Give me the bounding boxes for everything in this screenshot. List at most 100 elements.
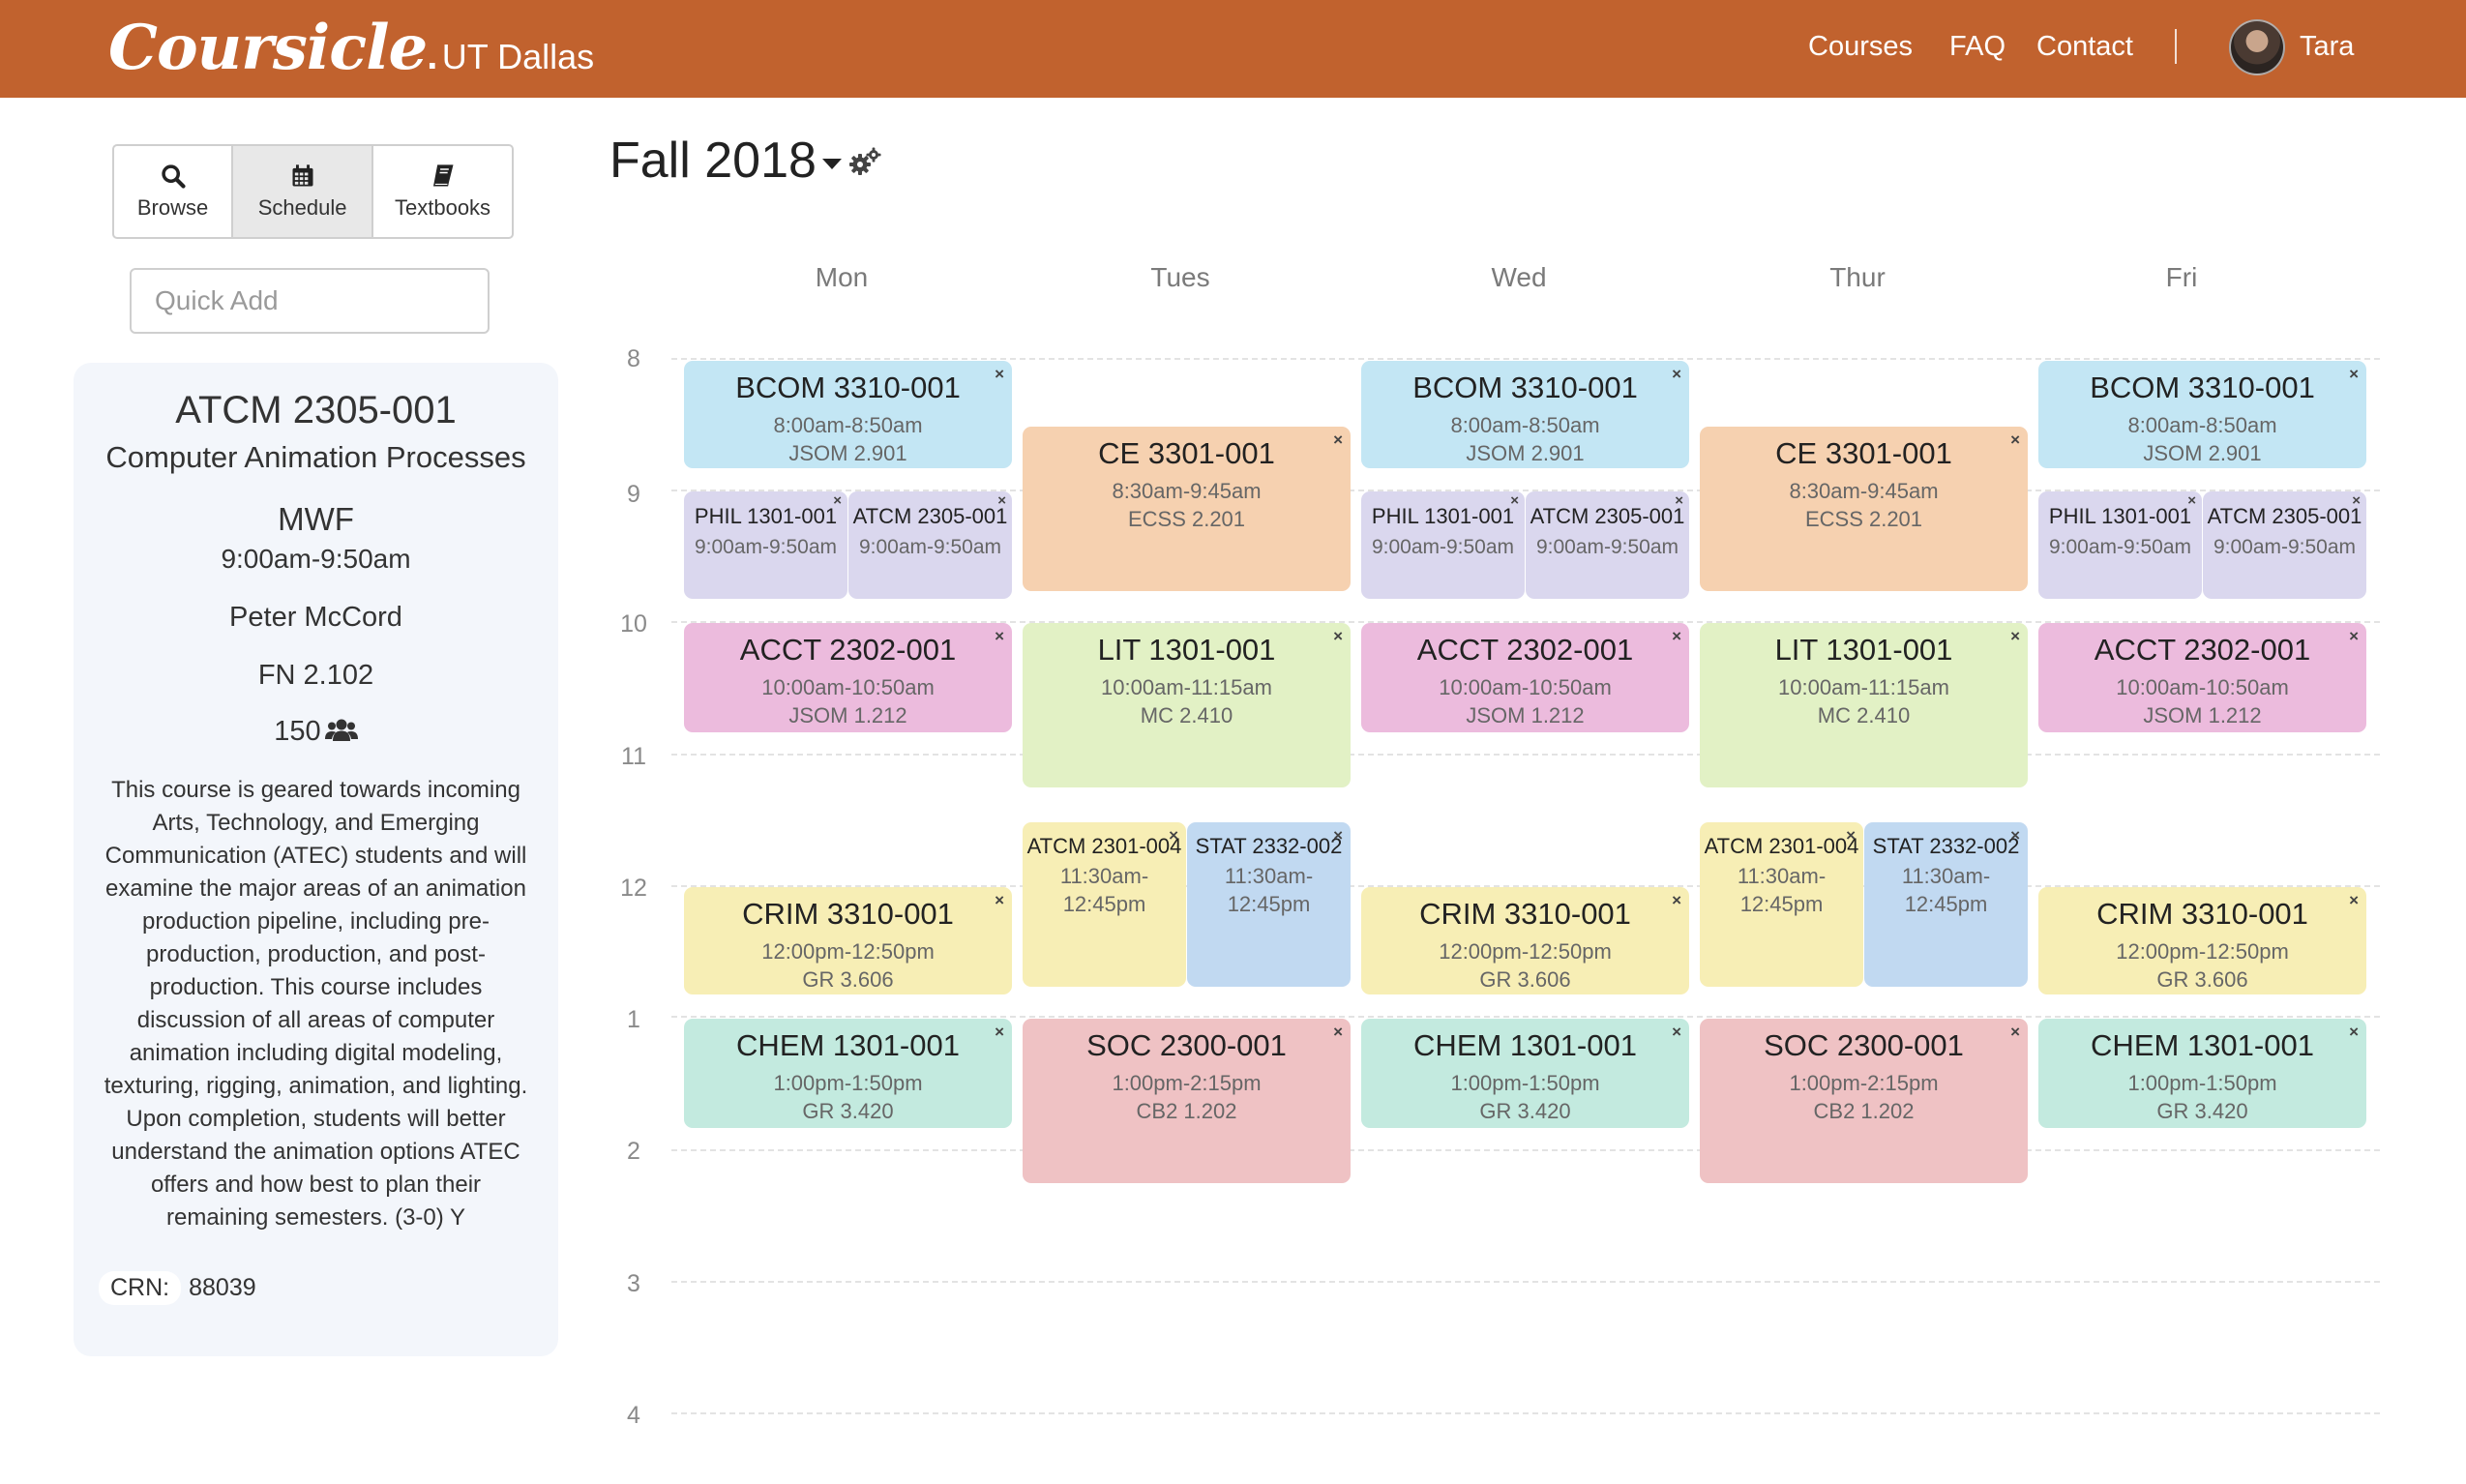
hour-label-8: 8 — [627, 345, 640, 372]
course-block-room: JSOM 2.901 — [1466, 441, 1585, 465]
day-header-thur: Thur — [1829, 262, 1886, 292]
schedule-mode-button[interactable]: Schedule — [233, 146, 374, 237]
course-block-mon-acct[interactable]: × ACCT 2302-001 10:00am-10:50am JSOM 1.2… — [684, 623, 1012, 732]
hour-label-11: 11 — [621, 743, 646, 770]
remove-course-icon[interactable]: × — [995, 365, 1004, 384]
course-block-code: CHEM 1301-001 — [2091, 1028, 2314, 1062]
course-block-wed-acct[interactable]: × ACCT 2302-001 10:00am-10:50am JSOM 1.2… — [1361, 623, 1689, 732]
course-block-code: LIT 1301-001 — [1774, 633, 1953, 667]
course-block-thu-ce[interactable]: × CE 3301-001 8:30am-9:45am ECSS 2.201 — [1700, 427, 2028, 591]
course-block-room: JSOM 1.212 — [1466, 703, 1585, 727]
course-block-room: MC 2.410 — [1140, 703, 1233, 727]
remove-course-icon[interactable]: × — [833, 492, 842, 509]
remove-course-icon[interactable]: × — [2349, 891, 2359, 910]
course-block-tue-stat[interactable]: × STAT 2332-002 11:30am-12:45pm — [1187, 822, 1351, 987]
course-block-mon-chem[interactable]: × CHEM 1301-001 1:00pm-1:50pm GR 3.420 — [684, 1019, 1012, 1128]
remove-course-icon[interactable]: × — [1333, 430, 1343, 450]
course-block-fri-phil[interactable]: × PHIL 1301-001 9:00am-9:50am — [2038, 491, 2202, 599]
quick-add-input[interactable] — [130, 268, 490, 334]
course-block-time: 10:00am-11:15am — [1101, 675, 1272, 699]
remove-course-icon[interactable]: × — [2187, 492, 2196, 509]
course-block-wed-phil[interactable]: × PHIL 1301-001 9:00am-9:50am — [1361, 491, 1525, 599]
course-block-tue-ce[interactable]: × CE 3301-001 8:30am-9:45am ECSS 2.201 — [1023, 427, 1351, 591]
course-block-wed-crim[interactable]: × CRIM 3310-001 12:00pm-12:50pm GR 3.606 — [1361, 887, 1689, 994]
remove-course-icon[interactable]: × — [995, 627, 1004, 646]
course-block-tue-soc[interactable]: × SOC 2300-001 1:00pm-2:15pm CB2 1.202 — [1023, 1019, 1351, 1183]
course-block-time: 1:00pm-2:15pm — [1789, 1071, 1939, 1095]
textbooks-mode-button[interactable]: Textbooks — [373, 146, 512, 237]
remove-course-icon[interactable]: × — [1333, 627, 1343, 646]
course-block-thu-stat[interactable]: × STAT 2332-002 11:30am-12:45pm — [1864, 822, 2028, 987]
hour-gridline — [671, 1412, 2380, 1414]
nav-link-faq[interactable]: FAQ — [1949, 31, 2005, 63]
hour-gridline — [671, 754, 2380, 756]
course-block-wed-atcm2305[interactable]: × ATCM 2305-001 9:00am-9:50am — [1526, 491, 1689, 599]
course-block-fri-crim[interactable]: × CRIM 3310-001 12:00pm-12:50pm GR 3.606 — [2038, 887, 2366, 994]
course-block-fri-atcm2305[interactable]: × ATCM 2305-001 9:00am-9:50am — [2203, 491, 2366, 599]
course-block-code: CRIM 3310-001 — [1419, 897, 1631, 931]
course-block-thu-soc[interactable]: × SOC 2300-001 1:00pm-2:15pm CB2 1.202 — [1700, 1019, 2028, 1183]
course-block-wed-chem[interactable]: × CHEM 1301-001 1:00pm-1:50pm GR 3.420 — [1361, 1019, 1689, 1128]
course-block-mon-bcom[interactable]: × BCOM 3310-001 8:00am-8:50am JSOM 2.901 — [684, 361, 1012, 468]
course-block-code: CRIM 3310-001 — [742, 897, 954, 931]
course-block-time: 12:00pm-12:50pm — [2116, 939, 2289, 964]
semester-dropdown[interactable]: Fall 2018 — [609, 132, 842, 190]
course-block-time: 10:00am-11:15am — [1778, 675, 1949, 699]
course-block-tue-atcm2301[interactable]: × ATCM 2301-004 11:30am-12:45pm — [1023, 822, 1186, 987]
remove-course-icon[interactable]: × — [2010, 1023, 2020, 1042]
course-block-fri-bcom[interactable]: × BCOM 3310-001 8:00am-8:50am JSOM 2.901 — [2038, 361, 2366, 468]
browse-mode-button[interactable]: Browse — [114, 146, 234, 237]
course-block-code: ACCT 2302-001 — [1416, 633, 1634, 667]
course-block-mon-atcm2305[interactable]: × ATCM 2305-001 9:00am-9:50am — [848, 491, 1012, 599]
remove-course-icon[interactable]: × — [1672, 365, 1681, 384]
course-block-room: JSOM 2.901 — [788, 441, 907, 465]
remove-course-icon[interactable]: × — [1333, 1023, 1343, 1042]
hour-label-12: 12 — [620, 875, 647, 902]
course-block-room: GR 3.606 — [2156, 967, 2248, 992]
remove-course-icon[interactable]: × — [1672, 1023, 1681, 1042]
remove-course-icon[interactable]: × — [997, 492, 1006, 509]
nav-link-contact[interactable]: Contact — [2036, 31, 2133, 63]
gears-icon[interactable] — [847, 145, 882, 180]
remove-course-icon[interactable]: × — [1672, 891, 1681, 910]
course-block-time: 8:00am-8:50am — [773, 413, 923, 437]
remove-course-icon[interactable]: × — [1510, 492, 1519, 509]
remove-course-icon[interactable]: × — [995, 891, 1004, 910]
course-block-room: GR 3.420 — [1479, 1099, 1571, 1123]
course-block-time: 1:00pm-2:15pm — [1112, 1071, 1262, 1095]
remove-course-icon[interactable]: × — [1169, 826, 1178, 846]
nav-link-courses[interactable]: Courses — [1808, 31, 1913, 63]
remove-course-icon[interactable]: × — [2010, 627, 2020, 646]
remove-course-icon[interactable]: × — [2010, 826, 2020, 846]
remove-course-icon[interactable]: × — [2349, 1023, 2359, 1042]
remove-course-icon[interactable]: × — [2349, 365, 2359, 384]
course-block-thu-lit[interactable]: × LIT 1301-001 10:00am-11:15am MC 2.410 — [1700, 623, 2028, 787]
schedule-mode-label: Schedule — [257, 195, 347, 220]
course-block-fri-chem[interactable]: × CHEM 1301-001 1:00pm-1:50pm GR 3.420 — [2038, 1019, 2366, 1128]
hour-label-1: 1 — [627, 1006, 640, 1033]
user-name-link[interactable]: Tara — [2300, 31, 2354, 63]
remove-course-icon[interactable]: × — [1675, 492, 1683, 509]
day-header-tues: Tues — [1150, 262, 1210, 292]
course-block-room: JSOM 1.212 — [788, 703, 907, 727]
course-block-tue-lit[interactable]: × LIT 1301-001 10:00am-11:15am MC 2.410 — [1023, 623, 1351, 787]
course-block-fri-acct[interactable]: × ACCT 2302-001 10:00am-10:50am JSOM 1.2… — [2038, 623, 2366, 732]
remove-course-icon[interactable]: × — [1672, 627, 1681, 646]
brand[interactable]: Coursicle. UT Dallas — [108, 12, 594, 84]
course-block-code: LIT 1301-001 — [1097, 633, 1276, 667]
remove-course-icon[interactable]: × — [2010, 430, 2020, 450]
remove-course-icon[interactable]: × — [1333, 826, 1343, 846]
remove-course-icon[interactable]: × — [2349, 627, 2359, 646]
crn-value: 88039 — [189, 1274, 256, 1301]
course-block-wed-bcom[interactable]: × BCOM 3310-001 8:00am-8:50am JSOM 2.901 — [1361, 361, 1689, 468]
remove-course-icon[interactable]: × — [995, 1023, 1004, 1042]
user-avatar[interactable] — [2229, 19, 2285, 75]
course-block-mon-crim[interactable]: × CRIM 3310-001 12:00pm-12:50pm GR 3.606 — [684, 887, 1012, 994]
crn-label: CRN: — [99, 1271, 182, 1305]
remove-course-icon[interactable]: × — [1846, 826, 1856, 846]
remove-course-icon[interactable]: × — [2352, 492, 2361, 509]
hour-gridline — [671, 1281, 2380, 1283]
brand-dot: . — [427, 35, 438, 77]
course-block-thu-atcm2301[interactable]: × ATCM 2301-004 11:30am-12:45pm — [1700, 822, 1863, 987]
course-block-mon-phil[interactable]: × PHIL 1301-001 9:00am-9:50am — [684, 491, 847, 599]
